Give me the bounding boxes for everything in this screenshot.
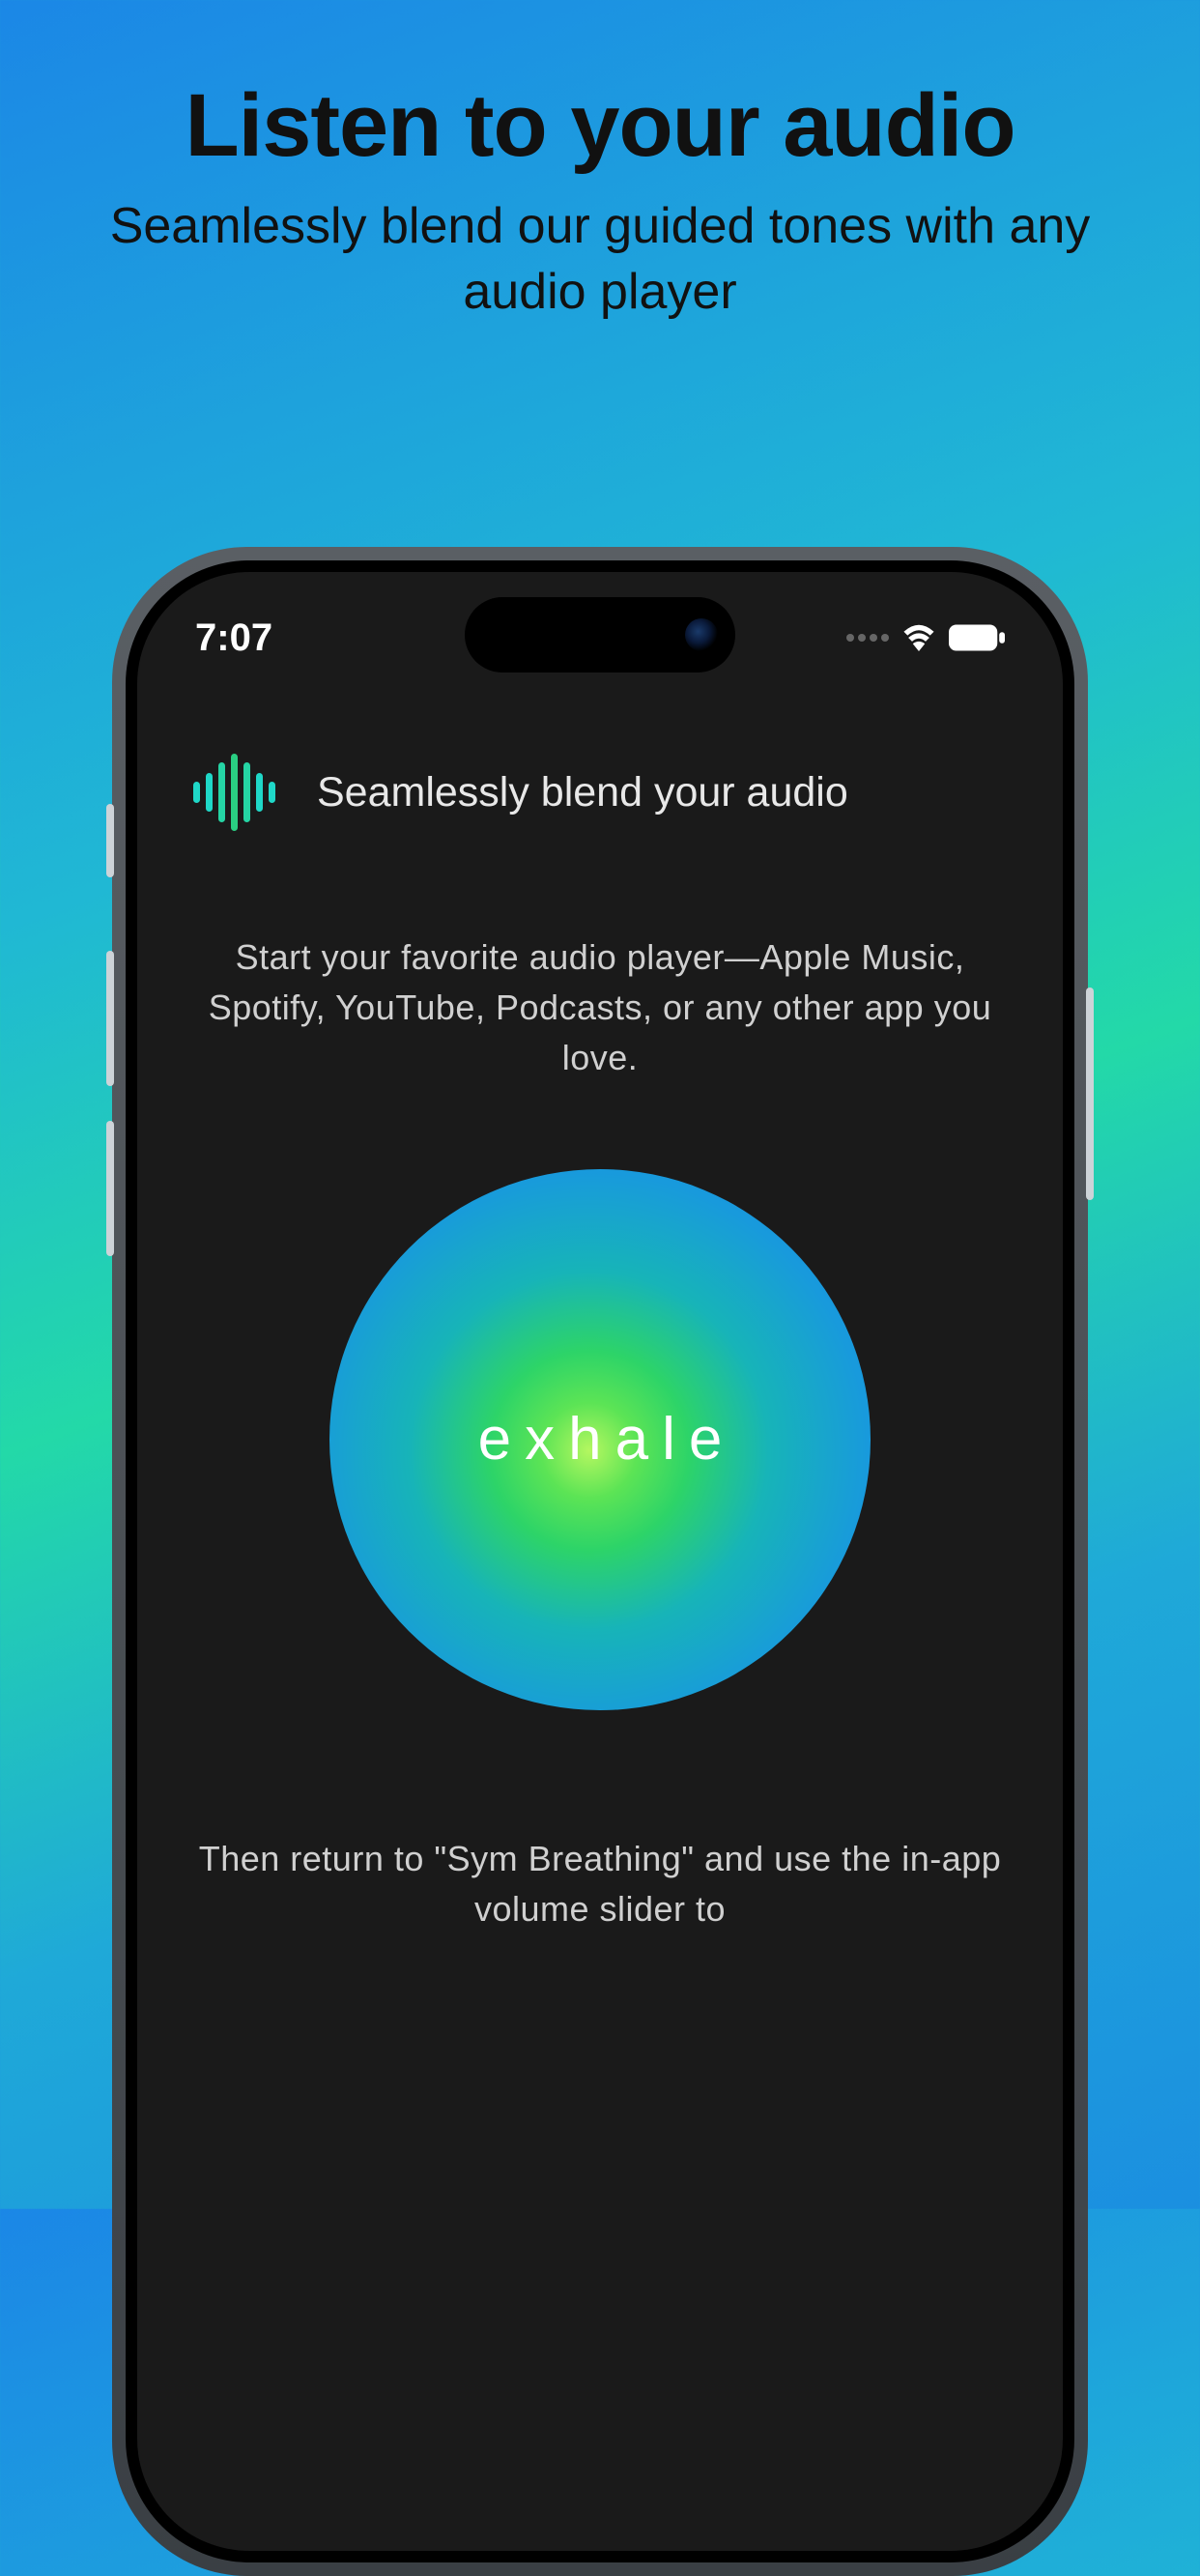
phone-inner-frame: 7:07 (126, 560, 1074, 2562)
status-bar: 7:07 (137, 609, 1063, 667)
waveform-icon (186, 754, 282, 831)
phone-volume-down (106, 1121, 114, 1256)
app-content: Seamlessly blend your audio Start your f… (137, 727, 1063, 2551)
promo-title: Listen to your audio (0, 75, 1200, 177)
battery-icon (949, 624, 1005, 651)
breathing-circle-container: exhale (186, 1169, 1014, 1710)
phone-power-button (1086, 987, 1094, 1200)
phone-silent-switch (106, 804, 114, 877)
phone-volume-up (106, 951, 114, 1086)
status-right (846, 624, 1005, 651)
app-title: Seamlessly blend your audio (317, 769, 848, 816)
app-header: Seamlessly blend your audio (186, 754, 1014, 831)
cellular-icon (846, 634, 889, 642)
phone-screen: 7:07 (137, 572, 1063, 2551)
wifi-icon (900, 624, 937, 651)
status-time: 7:07 (195, 616, 272, 660)
phone-frame: 7:07 (112, 547, 1088, 2576)
instruction-text: Start your favorite audio player—Apple M… (186, 932, 1014, 1084)
bottom-instruction-text: Then return to "Sym Breathing" and use t… (186, 1834, 1014, 1934)
breathing-circle[interactable]: exhale (329, 1169, 871, 1710)
promo-subtitle: Seamlessly blend our guided tones with a… (0, 194, 1200, 325)
breathing-label: exhale (465, 1405, 736, 1474)
